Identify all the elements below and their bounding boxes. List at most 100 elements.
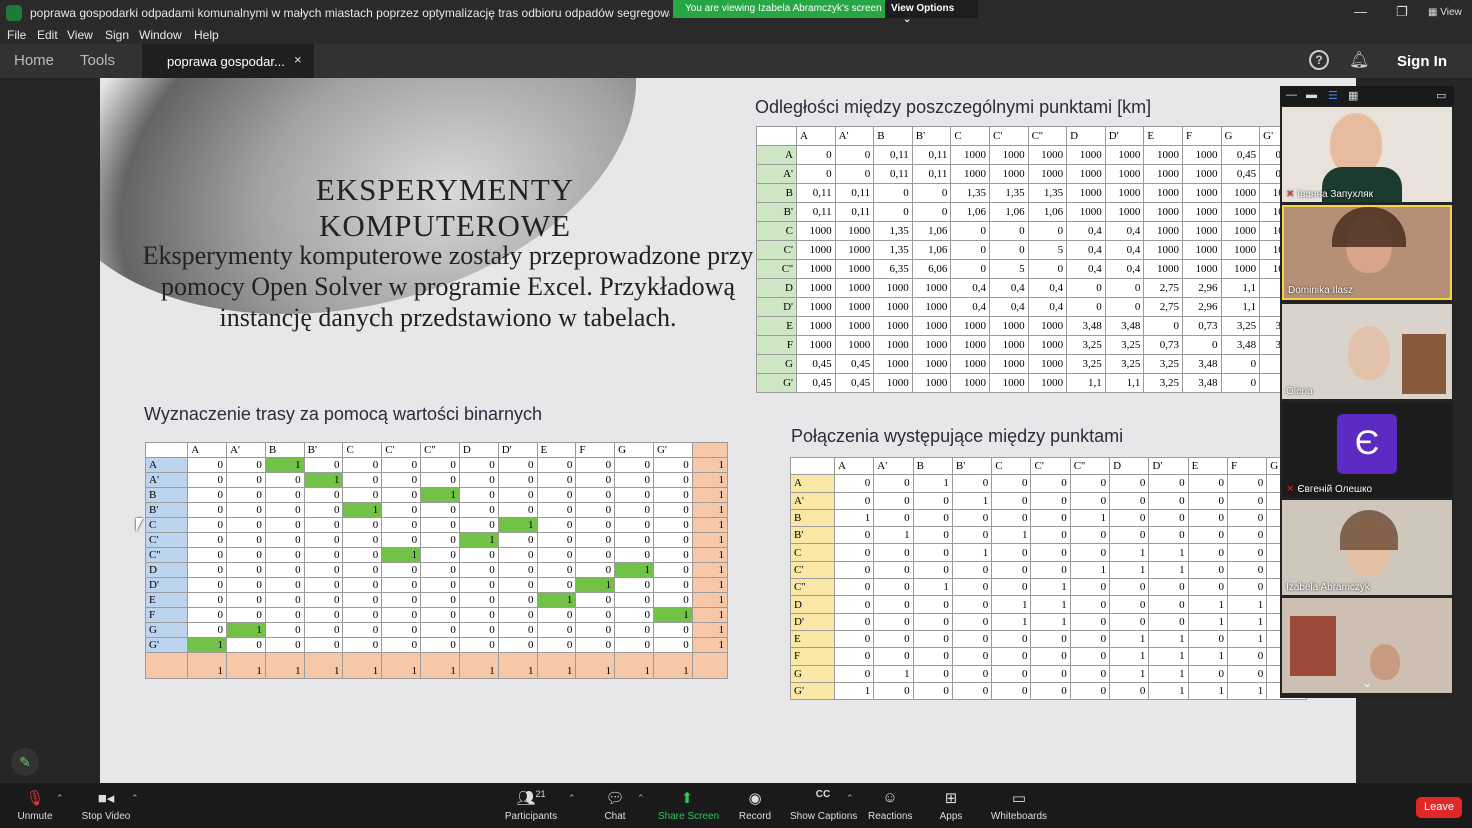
- help-icon[interactable]: ?: [1309, 50, 1329, 70]
- row-label: G': [790, 681, 835, 701]
- table-cell: 1000: [911, 316, 952, 336]
- table-cell: 1: [303, 472, 344, 488]
- chevron-up-icon[interactable]: ⌃: [131, 793, 139, 804]
- sign-in-button[interactable]: Sign In: [1397, 53, 1447, 70]
- participant-tile[interactable]: Olena: [1282, 304, 1452, 399]
- apps-button[interactable]: ⊞ Apps: [938, 789, 964, 822]
- popout-icon[interactable]: ▭: [1436, 89, 1446, 102]
- stop-video-button[interactable]: ■◂ Stop Video: [80, 789, 132, 822]
- table-cell: 0: [342, 622, 383, 638]
- table-cell: 1000: [1027, 335, 1068, 355]
- participant-name: Olena: [1286, 386, 1313, 397]
- table-cell: 1,35: [873, 240, 913, 260]
- pencil-icon[interactable]: ✎: [11, 748, 39, 776]
- minimize-gallery-icon[interactable]: —: [1286, 89, 1297, 101]
- table-cell: 0: [873, 647, 914, 666]
- table-cell: 0: [536, 637, 577, 653]
- table-cell: 0: [1027, 221, 1068, 241]
- close-icon[interactable]: ×: [294, 52, 302, 67]
- share-screen-button[interactable]: ⬆ Share Screen: [658, 789, 719, 822]
- table-cell: 0: [420, 622, 460, 638]
- table-cell: 1: [264, 457, 305, 473]
- table-cell: 1000: [1027, 164, 1068, 184]
- participant-tile[interactable]: Izabela Abramczyk: [1282, 500, 1452, 595]
- reactions-button[interactable]: ☺ Reactions: [868, 789, 912, 822]
- menu-edit[interactable]: Edit: [37, 28, 58, 42]
- table-cell: 0: [1030, 508, 1071, 528]
- table-cell: 0,45: [796, 373, 836, 393]
- table-row: B00000010000001: [144, 487, 729, 503]
- restore-icon[interactable]: ❐: [1396, 4, 1408, 20]
- table-cell: 0: [833, 526, 875, 545]
- unmute-button[interactable]: 🎙︎ Unmute: [14, 789, 56, 822]
- table-cell: 3,25: [1066, 335, 1106, 355]
- table-cell: 0: [1109, 612, 1150, 631]
- table-cell: 1: [1148, 664, 1189, 683]
- table-cell: 0: [1143, 316, 1183, 336]
- tab-home[interactable]: Home: [14, 52, 54, 69]
- table-cell: 0: [458, 562, 499, 578]
- participant-tile[interactable]: ⌄: [1282, 598, 1452, 693]
- table-cell: 1000: [873, 335, 913, 355]
- participant-tile[interactable]: Є ✕ Євгеній Олешко: [1282, 402, 1452, 497]
- leave-button[interactable]: Leave: [1416, 797, 1462, 818]
- strip-view-icon[interactable]: ▬: [1306, 89, 1317, 101]
- chevron-up-icon[interactable]: ⌃: [568, 793, 576, 804]
- grid-view-icon[interactable]: ▦: [1348, 89, 1358, 102]
- table-cell: 0: [1030, 543, 1071, 562]
- table-cell: 1: [536, 592, 577, 608]
- table-cell: 1,1: [1220, 278, 1261, 298]
- participants-button[interactable]: 👥︎21 Participants: [504, 789, 558, 822]
- menu-file[interactable]: File: [7, 28, 26, 42]
- table-cell: 0: [497, 547, 538, 563]
- table-cell: 0: [303, 562, 344, 578]
- table-row: B' 0,11 0,11 0 0 1,06 1,06 1,06 1000 1000 1000 1000…: [756, 202, 1299, 222]
- table-row: A00100000000001: [144, 457, 729, 473]
- list-view-icon[interactable]: ☰: [1328, 89, 1338, 102]
- table-cell: 1: [1148, 629, 1189, 649]
- table-cell: 0: [1069, 526, 1111, 545]
- view-options-button[interactable]: View Options ⌄: [885, 0, 978, 25]
- minimize-icon[interactable]: —: [1354, 4, 1367, 19]
- menu-view[interactable]: View: [67, 28, 93, 42]
- chevron-up-icon[interactable]: ⌃: [846, 793, 854, 804]
- chevron-down-icon[interactable]: ⌄: [1362, 676, 1372, 690]
- table-cell: 0: [226, 607, 266, 623]
- tab-tools[interactable]: Tools: [80, 52, 115, 69]
- table-cell: 1000: [1220, 240, 1261, 260]
- table-row: C'100010001,351,060050,40,41000100010001…: [756, 240, 1299, 260]
- participant-video: [1348, 326, 1390, 380]
- chevron-up-icon[interactable]: ⌃: [637, 793, 645, 804]
- table-cell: 0: [381, 577, 422, 593]
- tab-document[interactable]: poprawa gospodar... ×: [142, 44, 314, 78]
- table-cell: 3,48: [1181, 373, 1222, 393]
- table-cell: 0: [833, 595, 875, 614]
- table-cell: 1: [912, 578, 953, 597]
- chevron-up-icon[interactable]: ⌃: [56, 793, 64, 804]
- table-cell: 0,73: [1143, 335, 1183, 355]
- table-cell: 0: [575, 592, 616, 608]
- participant-tile[interactable]: Dominika Ilasz: [1282, 205, 1452, 300]
- table-cell: 0: [458, 502, 499, 518]
- menu-sign[interactable]: Sign: [105, 28, 129, 42]
- participant-video: [1370, 644, 1400, 680]
- whiteboards-button[interactable]: ▭ Whiteboards: [990, 789, 1048, 822]
- table-cell: 0: [264, 562, 305, 578]
- table-cell: 0: [1027, 259, 1068, 279]
- table-cell: 0: [912, 491, 953, 510]
- column-sum-cell: 1: [226, 652, 266, 679]
- bell-icon[interactable]: 🔔︎: [1349, 50, 1369, 70]
- menu-help[interactable]: Help: [194, 28, 219, 42]
- record-button[interactable]: ◉ Record: [738, 789, 772, 822]
- row-label: B': [790, 526, 835, 545]
- view-button[interactable]: ▦ View: [1428, 7, 1462, 18]
- chat-button[interactable]: 💬︎ Chat: [600, 789, 630, 822]
- table-row: B 0,11 0,11 0 0 1,35 1,35 1,35 1000 1000 1000 1000 1…: [756, 183, 1299, 203]
- table-header-cell: C: [342, 442, 383, 458]
- table-cell: 1: [951, 543, 993, 562]
- participant-tile[interactable]: ✕ Іванна Запухляк: [1282, 107, 1452, 202]
- table-cell: 0: [1181, 335, 1222, 355]
- table-cell: 1000: [1143, 240, 1183, 260]
- slide-title: EKSPERYMENTY KOMPUTEROWE: [315, 172, 575, 243]
- menu-window[interactable]: Window: [139, 28, 182, 42]
